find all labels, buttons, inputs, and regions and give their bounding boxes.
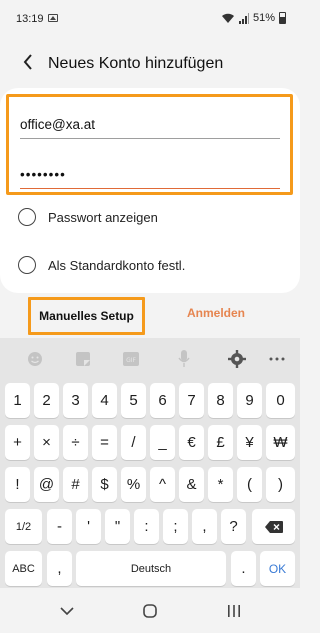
key[interactable]: 4 bbox=[92, 383, 117, 418]
nav-back-chevron-icon[interactable] bbox=[57, 603, 77, 619]
status-bar: 13:19 51% bbox=[0, 0, 300, 40]
wifi-icon bbox=[221, 13, 234, 23]
key[interactable]: 3 bbox=[63, 383, 88, 418]
gallery-notification-icon bbox=[48, 14, 58, 22]
navigation-bar bbox=[0, 588, 300, 633]
key[interactable]: % bbox=[121, 467, 146, 502]
key[interactable]: £ bbox=[208, 425, 233, 460]
show-password-option[interactable]: Passwort anzeigen bbox=[18, 208, 158, 226]
key[interactable]: 1 bbox=[5, 383, 30, 418]
key[interactable]: 9 bbox=[237, 383, 262, 418]
password-field[interactable]: •••••••• bbox=[20, 167, 280, 189]
app-header: Neues Konto hinzufügen bbox=[0, 40, 300, 88]
gif-icon[interactable]: GIF bbox=[122, 350, 140, 368]
show-password-checkbox[interactable] bbox=[18, 208, 36, 226]
key[interactable]: ? bbox=[221, 509, 246, 544]
nav-recents-icon[interactable] bbox=[224, 603, 244, 619]
default-account-label: Als Standardkonto festl. bbox=[48, 257, 186, 273]
key[interactable]: _ bbox=[150, 425, 175, 460]
battery-percent: 51% bbox=[252, 12, 275, 24]
key[interactable]: , bbox=[192, 509, 217, 544]
key[interactable]: 8 bbox=[208, 383, 233, 418]
period-key[interactable]: . bbox=[231, 551, 256, 586]
key[interactable]: * bbox=[208, 467, 233, 502]
key[interactable]: $ bbox=[92, 467, 117, 502]
key[interactable]: ₩ bbox=[266, 425, 295, 460]
comma-key[interactable]: , bbox=[47, 551, 72, 586]
signal-icon bbox=[238, 12, 249, 24]
back-arrow-icon[interactable] bbox=[18, 50, 38, 74]
key[interactable]: € bbox=[179, 425, 204, 460]
key[interactable]: 7 bbox=[179, 383, 204, 418]
ok-key[interactable]: OK bbox=[260, 551, 295, 586]
key[interactable]: @ bbox=[34, 467, 59, 502]
default-account-checkbox[interactable] bbox=[18, 256, 36, 274]
key[interactable]: 2 bbox=[34, 383, 59, 418]
key[interactable]: ÷ bbox=[63, 425, 88, 460]
microphone-icon[interactable] bbox=[175, 350, 193, 368]
settings-gear-icon[interactable] bbox=[228, 350, 246, 368]
key[interactable]: ) bbox=[266, 467, 295, 502]
battery-icon bbox=[279, 12, 286, 24]
email-field[interactable]: office@xa.at bbox=[20, 117, 280, 139]
abc-key[interactable]: ABC bbox=[5, 551, 42, 586]
manual-setup-button[interactable]: Manuelles Setup bbox=[31, 300, 142, 332]
key[interactable]: 0 bbox=[266, 383, 295, 418]
key[interactable]: : bbox=[134, 509, 159, 544]
emoji-icon[interactable] bbox=[26, 350, 44, 368]
key[interactable]: ¥ bbox=[237, 425, 262, 460]
key[interactable]: × bbox=[34, 425, 59, 460]
keyboard: GIF 1 2 3 4 5 6 7 8 9 0 + × ÷ = / _ € £ … bbox=[0, 338, 300, 588]
backspace-key[interactable] bbox=[252, 509, 295, 544]
page-title: Neues Konto hinzufügen bbox=[48, 55, 224, 72]
more-options-icon[interactable] bbox=[268, 350, 286, 368]
key[interactable]: # bbox=[63, 467, 88, 502]
key[interactable]: / bbox=[121, 425, 146, 460]
svg-text:GIF: GIF bbox=[126, 357, 136, 364]
key[interactable]: - bbox=[47, 509, 72, 544]
key[interactable]: 6 bbox=[150, 383, 175, 418]
key[interactable]: ^ bbox=[150, 467, 175, 502]
key[interactable]: 5 bbox=[121, 383, 146, 418]
status-time: 13:19 bbox=[16, 13, 44, 25]
key[interactable]: ; bbox=[163, 509, 188, 544]
key[interactable]: " bbox=[105, 509, 130, 544]
sticker-icon[interactable] bbox=[74, 350, 92, 368]
show-password-label: Passwort anzeigen bbox=[48, 209, 158, 225]
key[interactable]: ( bbox=[237, 467, 262, 502]
key[interactable]: = bbox=[92, 425, 117, 460]
space-key[interactable]: Deutsch bbox=[76, 551, 226, 586]
backspace-icon bbox=[264, 520, 283, 533]
key[interactable]: ! bbox=[5, 467, 30, 502]
nav-home-icon[interactable] bbox=[140, 603, 160, 619]
key[interactable]: ' bbox=[76, 509, 101, 544]
key[interactable]: & bbox=[179, 467, 204, 502]
keyboard-toolbar: GIF bbox=[0, 338, 300, 381]
key[interactable]: + bbox=[5, 425, 30, 460]
default-account-option[interactable]: Als Standardkonto festl. bbox=[18, 256, 185, 274]
symbols-page-key[interactable]: 1/2 bbox=[5, 509, 42, 544]
login-button[interactable]: Anmelden bbox=[176, 306, 256, 320]
